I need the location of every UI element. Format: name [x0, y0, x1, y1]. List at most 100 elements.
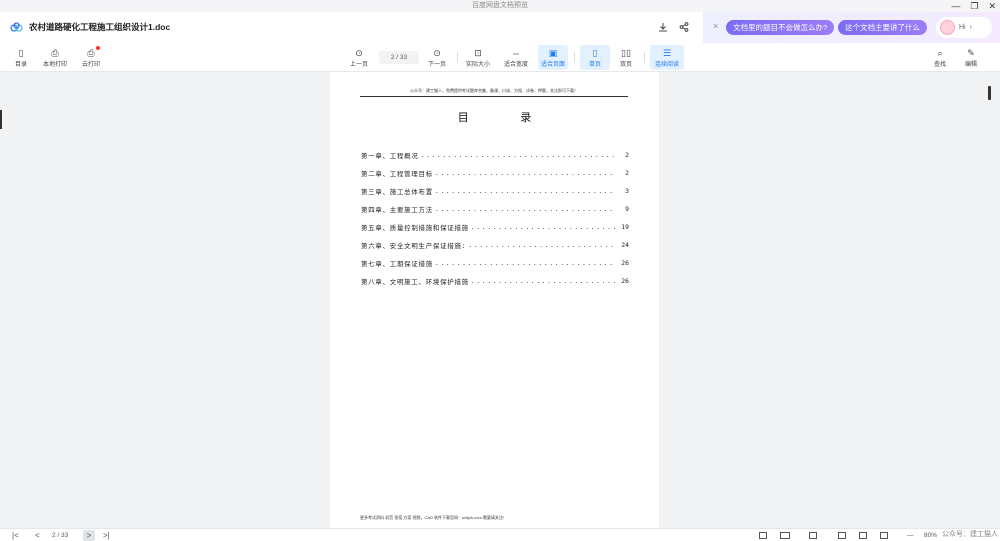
ai-assistant-panel: × 文档里的题目不会做怎么办? 这个文档主要讲了什么 Hi › [703, 12, 1000, 43]
double-page-label: 双页 [619, 61, 632, 68]
scrollbar-thumb[interactable] [988, 86, 991, 100]
cloud-printer-icon: ⎙ [87, 47, 95, 58]
close-icon[interactable]: × [713, 21, 718, 31]
cloud-print-label: 云打印 [81, 61, 100, 68]
toc-entry-page: 26 [621, 277, 629, 285]
local-print-label: 本地打印 [42, 61, 67, 68]
toc-entry-page: 24 [621, 241, 629, 249]
fit-page-view-icon[interactable] [880, 532, 888, 539]
catalog-button[interactable]: ▯ 目录 [6, 45, 36, 70]
document-title: 农村道路硬化工程施工组织设计1.doc [29, 22, 171, 32]
notification-dot [96, 46, 100, 50]
search-button[interactable]: ⌕ 查找 [925, 45, 955, 70]
toc-leader-dots: ........................................… [468, 241, 615, 249]
double-page-view-icon[interactable] [780, 532, 790, 539]
toc-leader-dots: ........................................… [434, 187, 615, 195]
viewer-toolbar: ▯ 目录 ⎙ 本地打印 ⎙ 云打印 ⊙ 上一页 2 / 33 ⊙ 下一页 ⊡ 实… [0, 43, 1000, 72]
toc-entry[interactable]: 第八章、文明施工、环境保护措施.........................… [361, 272, 629, 290]
actual-size-label: 实际大小 [465, 61, 490, 68]
double-page-button[interactable]: ▯▯ 双页 [611, 45, 641, 70]
edit-button[interactable]: ✎ 编辑 [956, 45, 986, 70]
continuous-reading-label: 连续阅读 [654, 61, 679, 68]
toc-entry[interactable]: 第六章、安全文明生产保证措施:.........................… [361, 236, 629, 254]
actual-size-icon: ⊡ [474, 47, 482, 58]
toc-leader-dots: ........................................… [420, 151, 615, 159]
catalog-label: 目录 [14, 61, 27, 68]
toc-entry-page: 3 [625, 187, 629, 195]
pencil-icon: ✎ [967, 47, 975, 58]
local-print-button[interactable]: ⎙ 本地打印 [40, 45, 70, 70]
first-page-button[interactable]: |< [12, 529, 19, 541]
prev-page-label: 上一页 [349, 61, 368, 68]
watermark-text: 公众号：建工猫人 [942, 531, 998, 538]
next-page-small-button[interactable]: > [83, 530, 95, 541]
edit-label: 编辑 [964, 61, 977, 68]
document-page: 公众号：建工猫人，免费提供考试题库合集、备课、口诀、方程、试卷、押题，关注即可下… [330, 72, 659, 528]
prev-page-button[interactable]: ⊙ 上一页 [344, 45, 374, 70]
toc-entry-title: 第二章、工程管理目标 [361, 169, 433, 178]
cloud-print-button[interactable]: ⎙ 云打印 [76, 45, 106, 70]
fit-width-button[interactable]: ⇔ 适合宽度 [501, 45, 531, 70]
toc-leader-dots: ........................................… [470, 223, 615, 231]
continuous-view-icon[interactable] [809, 532, 817, 539]
toc-leader-dots: ........................................… [470, 277, 615, 285]
chevron-right-icon: › [969, 24, 972, 31]
next-page-button[interactable]: ⊙ 下一页 [422, 45, 452, 70]
text-cursor [0, 110, 2, 129]
next-page-label: 下一页 [427, 61, 446, 68]
toc-heading: 目 录 [457, 111, 556, 124]
toc-entry[interactable]: 第七章、工期保证措施..............................… [361, 254, 629, 272]
ai-question-chip-2[interactable]: 这个文档主要讲了什么 [838, 20, 927, 35]
prev-page-small-button[interactable]: < [35, 529, 40, 541]
zoom-level: 80% [924, 532, 938, 539]
window-title: 百度网盘文档预览 [472, 2, 528, 9]
sidebar-icon: ▯ [18, 47, 24, 58]
toc-leader-dots: ........................................… [434, 169, 615, 177]
toc-entry-page: 2 [625, 169, 629, 177]
page-header-text: 公众号：建工猫人，免费提供考试题库合集、备课、口诀、方程、试卷、押题，关注即可下… [360, 88, 628, 97]
continuous-reading-button[interactable]: ☰ 连续阅读 [650, 45, 684, 70]
toc-entry[interactable]: 第二章、工程管理目标..............................… [361, 164, 629, 182]
search-label: 查找 [933, 61, 946, 68]
toc-entry[interactable]: 第四章、主要施工方法..............................… [361, 200, 629, 218]
assistant-avatar-icon [940, 20, 955, 35]
toc-entry-page: 19 [621, 223, 629, 231]
last-page-button[interactable]: >| [103, 529, 110, 541]
document-viewer[interactable]: 公众号：建工猫人，免费提供考试题库合集、备课、口诀、方程、试卷、押题，关注即可下… [0, 72, 1000, 528]
fit-width-label: 适合宽度 [503, 61, 528, 68]
ai-assistant-button[interactable]: Hi › [936, 17, 992, 38]
restore-button[interactable]: ❐ [970, 0, 978, 12]
fit-width-view-icon[interactable] [859, 532, 867, 539]
continuous-scroll-icon: ☰ [662, 47, 672, 58]
toc-entry-title: 第五章、质量控制措施和保证措施 [361, 223, 469, 232]
printer-icon: ⎙ [51, 47, 59, 58]
toc-entry-page: 26 [621, 259, 629, 267]
actual-size-view-icon[interactable] [838, 532, 846, 539]
toc-entry-title: 第七章、工期保证措施 [361, 259, 433, 268]
double-page-icon: ▯▯ [621, 47, 631, 58]
single-page-button[interactable]: ▯ 单页 [580, 45, 610, 70]
single-page-view-icon[interactable] [759, 532, 767, 539]
toc-entry[interactable]: 第五章、质量控制措施和保证措施.........................… [361, 218, 629, 236]
toc-leader-dots: ........................................… [434, 205, 615, 213]
actual-size-button[interactable]: ⊡ 实际大小 [463, 45, 493, 70]
minimize-button[interactable]: — [951, 0, 960, 12]
download-icon[interactable] [656, 20, 670, 34]
search-icon: ⌕ [937, 47, 943, 58]
share-icon[interactable] [677, 20, 691, 34]
toc-entry[interactable]: 第一章、工程概况................................… [361, 146, 629, 164]
toc-entry-page: 9 [625, 205, 629, 213]
fit-page-label: 适合页面 [540, 61, 565, 68]
fit-page-button[interactable]: ▣ 适合页面 [538, 45, 568, 70]
page-footer-text: 更多考试资料 初范 答案 方案 视频，CAD 软件下载官网：sxhjck.com… [360, 515, 505, 520]
toc-entry[interactable]: 第三章、施工总体布置..............................… [361, 182, 629, 200]
page-number-input[interactable]: 2 / 33 [379, 51, 419, 64]
window-controls: — ❐ ✕ [951, 0, 996, 12]
ai-question-chip-1[interactable]: 文档里的题目不会做怎么办? [726, 20, 835, 35]
fit-page-icon: ▣ [548, 47, 558, 58]
vertical-scrollbar[interactable] [985, 72, 1000, 528]
toc-entry-title: 第八章、文明施工、环境保护措施 [361, 277, 469, 286]
zoom-out-button[interactable]: — [907, 529, 914, 541]
arrow-up-circle-icon: ⊙ [355, 47, 363, 58]
close-button[interactable]: ✕ [988, 0, 996, 12]
